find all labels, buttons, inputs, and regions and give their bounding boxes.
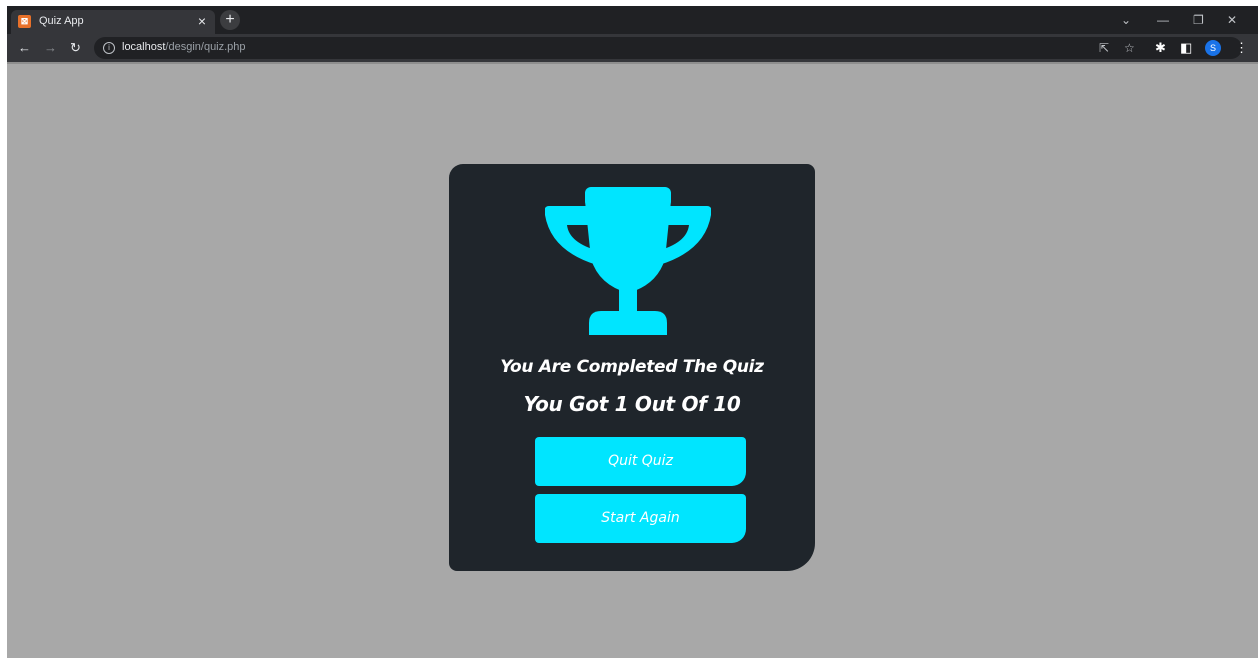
tab-quiz-app[interactable]: ⊠ Quiz App ×: [11, 10, 215, 34]
bookmark-star-icon[interactable]: ☆: [1124, 40, 1135, 56]
xampp-favicon-icon: ⊠: [18, 15, 31, 28]
extensions-puzzle-icon[interactable]: ✱: [1155, 40, 1166, 56]
quiz-result-card: You Are Completed The Quiz You Got 1 Out…: [449, 164, 815, 571]
tab-close-icon[interactable]: ×: [198, 13, 206, 29]
address-bar[interactable]: i localhost/desgin/quiz.php ⇱ ☆: [94, 37, 1242, 59]
browser-window: ⊠ Quiz App × + ⌄ — ❐ ✕ ← → ↻ i localhost…: [7, 0, 1258, 658]
url-host: localhost: [122, 41, 166, 53]
close-window-icon[interactable]: ✕: [1227, 12, 1237, 28]
start-again-button[interactable]: Start Again: [535, 494, 746, 543]
url-path: /desgin/quiz.php: [165, 41, 246, 53]
quit-quiz-button[interactable]: Quit Quiz: [535, 437, 746, 486]
more-menu-icon[interactable]: ⋮: [1235, 40, 1248, 56]
tab-strip: ⊠ Quiz App × + ⌄ — ❐ ✕: [7, 6, 1258, 34]
trophy-icon: [545, 187, 711, 335]
reload-icon[interactable]: ↻: [70, 39, 81, 57]
minimize-icon[interactable]: —: [1157, 12, 1169, 28]
tab-search-chevron-icon[interactable]: ⌄: [1121, 12, 1131, 28]
score-message: You Got 1 Out Of 10: [523, 392, 741, 416]
tab-title: Quiz App: [39, 15, 84, 27]
side-panel-icon[interactable]: ◧: [1180, 40, 1192, 56]
back-arrow-icon[interactable]: ←: [18, 39, 31, 57]
browser-toolbar: ← → ↻ i localhost/desgin/quiz.php ⇱ ☆ ✱ …: [7, 34, 1258, 62]
site-info-icon[interactable]: i: [103, 42, 115, 54]
restore-icon[interactable]: ❐: [1193, 12, 1204, 28]
profile-avatar[interactable]: S: [1205, 40, 1221, 56]
forward-arrow-icon[interactable]: →: [44, 39, 57, 57]
share-icon[interactable]: ⇱: [1099, 40, 1109, 56]
completion-message: You Are Completed The Quiz: [500, 357, 764, 377]
new-tab-button[interactable]: +: [220, 10, 240, 30]
url-text[interactable]: localhost/desgin/quiz.php: [122, 41, 246, 53]
